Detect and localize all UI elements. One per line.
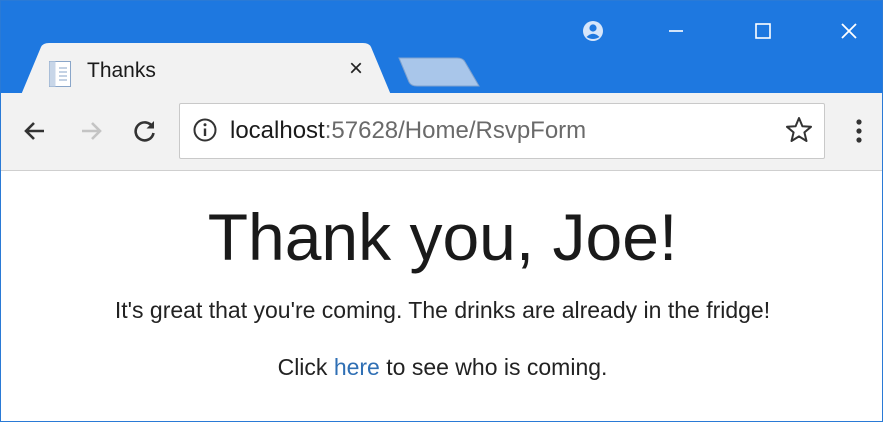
account-circle-icon[interactable] [563, 11, 623, 51]
page-content: Thank you, Joe! It's great that you're c… [1, 171, 882, 421]
more-vert-icon[interactable] [847, 113, 871, 149]
confirmation-message: It's great that you're coming. The drink… [114, 297, 771, 323]
address-bar[interactable]: localhost:57628/Home/RsvpForm [179, 103, 825, 159]
click-suffix: to see who is coming. [379, 354, 608, 380]
maximize-icon[interactable] [733, 11, 793, 51]
browser-window: Thanks × localhost:57628/Home/RsvpForm T… [0, 0, 883, 422]
page-icon [49, 61, 71, 87]
url-host: localhost [230, 117, 325, 144]
rsvp-list-prompt: Click here to see who is coming. [1, 352, 882, 382]
browser-toolbar: localhost:57628/Home/RsvpForm [1, 93, 882, 171]
url-path: :57628/Home/RsvpForm [324, 117, 587, 144]
url-text[interactable]: localhost:57628/Home/RsvpForm [230, 117, 586, 145]
close-icon[interactable] [819, 11, 879, 51]
tab-thanks[interactable]: Thanks × [21, 43, 391, 95]
forward-arrow-icon[interactable] [73, 113, 109, 149]
tab-close-icon[interactable]: × [349, 55, 363, 83]
click-prefix: Click [277, 354, 334, 380]
new-tab-button[interactable] [397, 56, 481, 88]
here-link[interactable]: here [334, 354, 380, 380]
star-icon[interactable] [784, 115, 814, 150]
tab-title: Thanks [87, 59, 156, 82]
reload-icon[interactable] [127, 113, 163, 149]
minimize-icon[interactable] [646, 11, 706, 51]
page-heading: Thank you, Joe! [207, 200, 678, 274]
tab-shape [21, 43, 391, 95]
back-arrow-icon[interactable] [17, 113, 53, 149]
info-icon[interactable] [192, 117, 218, 148]
title-bar: Thanks × [1, 1, 882, 95]
